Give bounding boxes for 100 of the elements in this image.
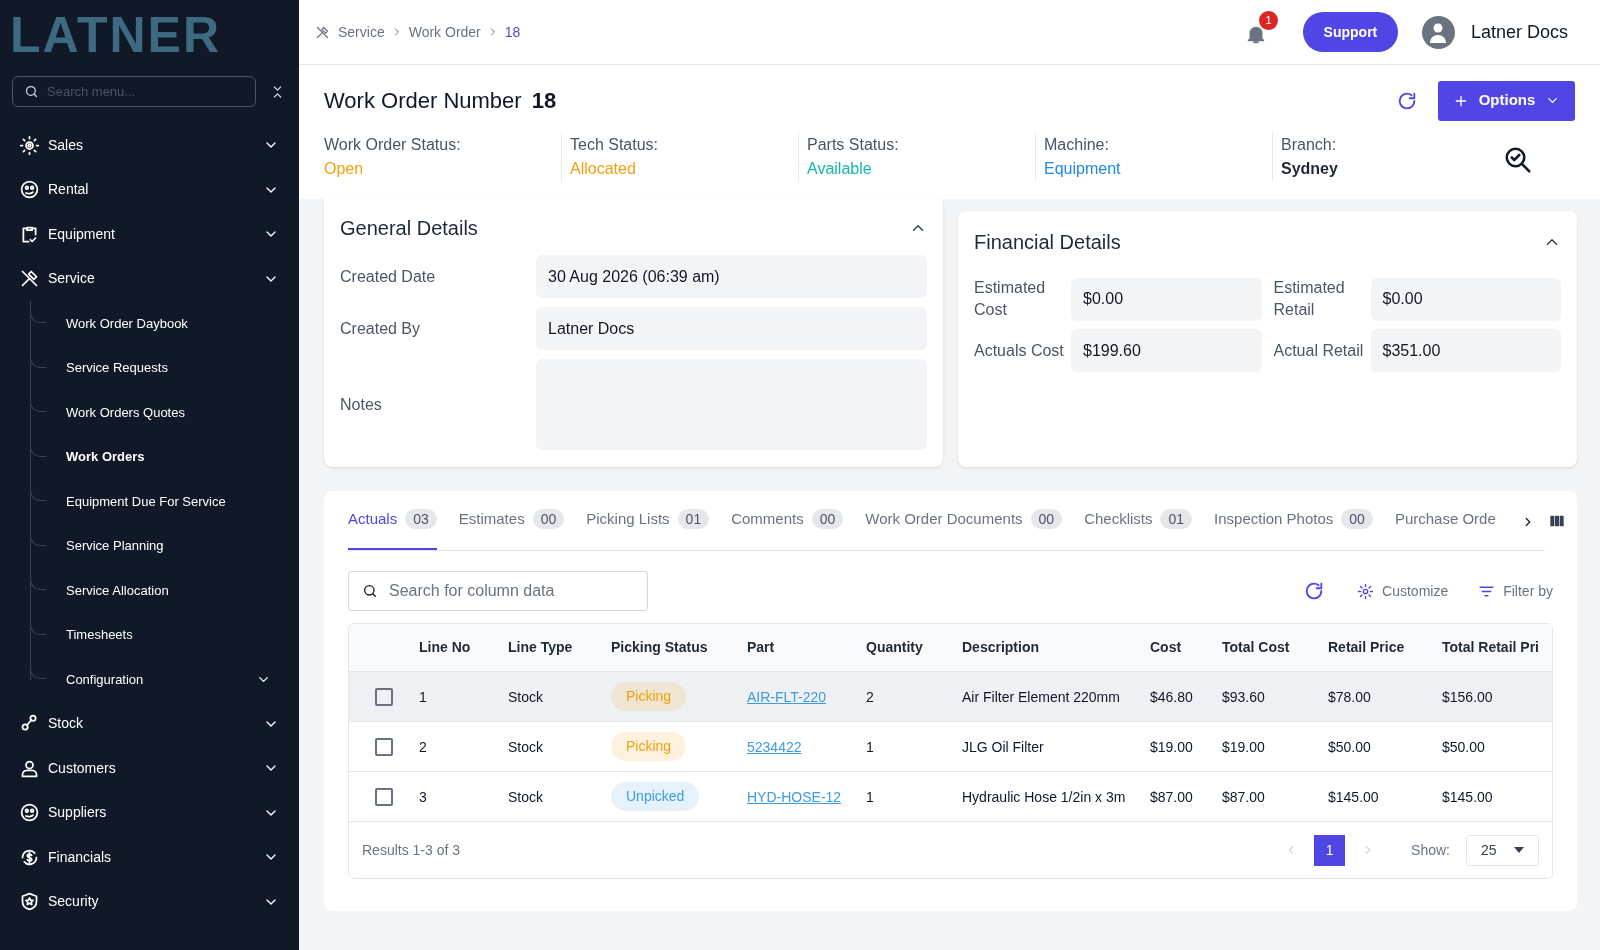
page-button[interactable]: 1: [1314, 834, 1346, 866]
table-cell: $145.00: [1442, 788, 1493, 805]
status-badge: Picking: [611, 682, 687, 711]
field-label: Created Date: [340, 266, 437, 287]
notification-badge: 1: [1258, 11, 1278, 30]
field-label: Estimated Cost: [974, 278, 1047, 320]
menu-item[interactable]: Service: [0, 256, 299, 301]
table-cell: $145.00: [1328, 788, 1379, 805]
menu-item[interactable]: Sales: [0, 123, 299, 168]
row-checkbox[interactable]: [375, 787, 393, 806]
menu-item[interactable]: Rental: [0, 167, 299, 212]
tab[interactable]: Purchase Orde: [1394, 491, 1496, 550]
table-cell: $46.80: [1150, 688, 1193, 705]
tab[interactable]: Estimates 00: [458, 491, 565, 550]
table-cell: $50.00: [1442, 738, 1485, 755]
table-cell: $93.60: [1222, 688, 1265, 705]
column-header[interactable]: Description: [962, 637, 1150, 658]
columns-icon[interactable]: [1549, 513, 1565, 529]
table-cell: Hydraulic Hose 1/2in x 3m: [962, 788, 1126, 805]
support-button[interactable]: Support: [1302, 12, 1398, 52]
table-cell: 1: [866, 738, 874, 755]
tab[interactable]: Picking Lists 01: [586, 491, 710, 550]
value-field: $0.00: [1071, 277, 1262, 321]
column-header[interactable]: Retail Price: [1328, 637, 1442, 658]
table-cell: JLG Oil Filter: [962, 738, 1044, 755]
customize-button[interactable]: Customize: [1357, 580, 1449, 602]
submenu-item[interactable]: Service Planning: [0, 523, 299, 568]
tab[interactable]: Checklists 01: [1084, 491, 1193, 550]
page-title: Work Order Number: [324, 87, 522, 115]
search-check-icon[interactable]: [1503, 145, 1533, 175]
column-header[interactable]: Line No: [419, 637, 508, 658]
table-cell: $19.00: [1222, 738, 1265, 755]
gear-icon: [1357, 582, 1375, 600]
table-cell: 2: [866, 688, 874, 705]
menu-item[interactable]: Financials: [0, 835, 299, 880]
filter-button[interactable]: Filter by: [1478, 580, 1553, 602]
column-header[interactable]: Picking Status: [611, 637, 747, 658]
breadcrumb-link[interactable]: Service: [338, 21, 385, 43]
count-badge: 00: [532, 509, 565, 529]
table-cell: Stock: [508, 738, 543, 755]
user-name[interactable]: Latner Docs: [1470, 18, 1568, 46]
options-button[interactable]: Options: [1438, 80, 1575, 121]
table-cell: 3: [419, 788, 427, 805]
submenu-item[interactable]: Configuration: [0, 657, 299, 702]
tab[interactable]: Actuals 03: [348, 491, 437, 550]
tools-icon: [315, 24, 330, 40]
results-text: Results 1-3 of 3: [362, 840, 462, 860]
search-icon: [362, 583, 378, 599]
submenu-item[interactable]: Work Orders Quotes: [0, 390, 299, 435]
count-badge: 00: [1341, 509, 1373, 529]
column-header[interactable]: Quantity: [866, 637, 962, 658]
row-checkbox[interactable]: [375, 737, 393, 756]
table-cell: 1: [419, 688, 427, 705]
work-order-number: 18: [531, 87, 558, 115]
count-badge: 03: [405, 509, 437, 529]
value-field: $199.60: [1071, 329, 1262, 372]
table-cell: $87.00: [1222, 788, 1265, 805]
status-label: Parts Status:: [807, 135, 900, 155]
status-value[interactable]: Equipment: [1044, 157, 1280, 181]
tab[interactable]: Comments 00: [731, 491, 844, 550]
submenu-item[interactable]: Work Orders: [0, 434, 299, 479]
menu-item[interactable]: Customers: [0, 746, 299, 791]
table-cell: $50.00: [1328, 738, 1371, 755]
table-cell: $19.00: [1150, 738, 1193, 755]
submenu-item[interactable]: Timesheets: [0, 612, 299, 657]
column-header[interactable]: Part: [747, 637, 866, 658]
row-checkbox[interactable]: [375, 687, 393, 706]
status-label: Work Order Status:: [324, 135, 462, 155]
column-header[interactable]: Line Type: [508, 637, 611, 658]
menu-item[interactable]: Stock: [0, 701, 299, 746]
search-field[interactable]: Search menu...: [12, 76, 256, 107]
avatar[interactable]: [1421, 15, 1455, 49]
menu-item[interactable]: Equipment: [0, 212, 299, 257]
column-header[interactable]: Cost: [1150, 637, 1222, 658]
field-label: Created By: [340, 318, 422, 339]
column-header[interactable]: Total Cost: [1222, 637, 1328, 658]
status-label: Tech Status:: [570, 135, 660, 155]
status-badge: Unpicked: [611, 782, 700, 811]
tab[interactable]: Work Order Documents 00: [865, 491, 1063, 550]
value-field: 30 Aug 2026 (06:39 am): [536, 255, 927, 298]
logo: LATNER: [10, 10, 222, 60]
menu-item[interactable]: Security: [0, 879, 299, 924]
submenu-item[interactable]: Work Order Daybook: [0, 301, 299, 346]
breadcrumb-link[interactable]: Work Order: [408, 21, 481, 43]
count-badge: 01: [677, 509, 710, 529]
status-value: Open: [324, 159, 365, 179]
menu-item[interactable]: Suppliers: [0, 790, 299, 835]
submenu-item[interactable]: Equipment Due For Service: [0, 479, 299, 524]
status-label: Branch:: [1281, 135, 1338, 155]
submenu-item[interactable]: Service Requests: [0, 345, 299, 390]
count-badge: 00: [1030, 509, 1063, 529]
submenu-item[interactable]: Service Allocation: [0, 568, 299, 613]
tab[interactable]: Inspection Photos 00: [1214, 491, 1373, 550]
status-value: Available: [807, 159, 873, 179]
status-label: Machine:: [1044, 135, 1110, 155]
page-size-select[interactable]: 25: [1466, 834, 1539, 866]
card-title: General Details: [340, 216, 478, 241]
table-row[interactable]: 1 Stock Picking AIR-FLT-220 2 Air Filter Element 220mm $46.80 $93.60 $78.00 $156.00: [349, 672, 1552, 722]
value-field: $0.00: [1370, 277, 1561, 321]
column-header[interactable]: Total Retail Pri: [1442, 637, 1552, 658]
